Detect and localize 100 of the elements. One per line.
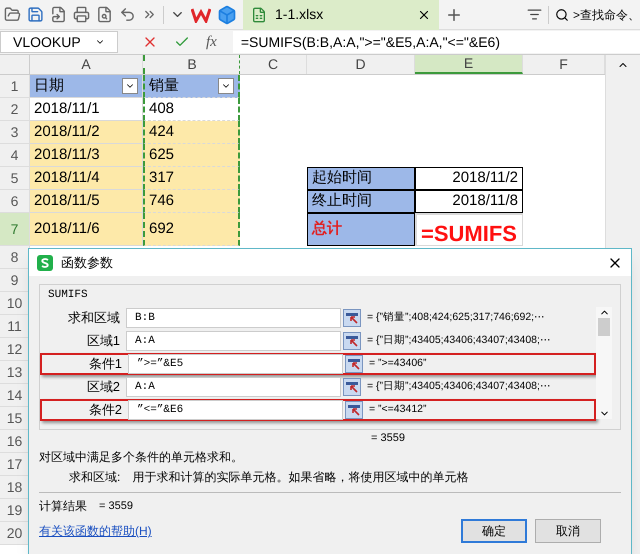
argument-label: 条件2	[88, 401, 123, 420]
list-icon[interactable]	[526, 7, 542, 22]
table-cell: 起始时间	[307, 167, 415, 190]
dialog-button[interactable]: 确定	[461, 519, 527, 543]
command-search[interactable]: >查找命令、	[554, 6, 640, 24]
app-icon	[37, 254, 53, 270]
row-header[interactable]: 20	[0, 522, 30, 545]
table-cell: 424	[143, 121, 240, 144]
dialog-scrollbar[interactable]	[596, 307, 612, 419]
function-button[interactable]: fx	[206, 30, 217, 54]
cursor-icon	[346, 335, 358, 347]
table-cell: 746	[143, 190, 240, 213]
undo-icon[interactable]	[119, 6, 136, 23]
argument-field[interactable]: A:A	[126, 331, 341, 351]
table-cell: =SUMIFS	[415, 213, 523, 246]
search-icon	[554, 8, 569, 22]
row-header[interactable]: 14	[0, 384, 30, 407]
cube-icon[interactable]	[217, 4, 237, 24]
result-value: = 3559	[99, 498, 133, 514]
row-header[interactable]: 17	[0, 453, 30, 476]
table-cell: 2018/11/5	[30, 190, 143, 213]
argument-label: 求和区域	[67, 309, 121, 328]
argument-result: = {”销量”;408;424;625;317;746;692;⋯	[367, 310, 546, 326]
save-icon[interactable]	[27, 6, 44, 23]
table-cell: 总计	[307, 213, 415, 246]
filter-button[interactable]	[218, 78, 234, 94]
row-header[interactable]: 4	[0, 144, 30, 167]
argument-name: 求和区域:	[69, 469, 120, 486]
function-description: 对区域中满足多个条件的单元格求和。	[39, 449, 244, 466]
table-cell: 2018/11/2	[415, 167, 523, 190]
row-header[interactable]: 5	[0, 167, 30, 190]
argument-field[interactable]: A:A	[126, 377, 341, 397]
row-header[interactable]: 13	[0, 361, 30, 384]
help-link[interactable]: 有关该函数的帮助(H)	[39, 522, 152, 540]
table-cell: 625	[143, 144, 240, 167]
file-tab[interactable]: 1-1.xlsx	[243, 0, 439, 30]
argument-field[interactable]: ”<=”&E6	[128, 400, 343, 420]
spreadsheet-icon	[251, 6, 267, 22]
range-select-button[interactable]	[343, 309, 361, 327]
argument-result: = ”<=43412”	[369, 402, 427, 418]
row-header[interactable]: 3	[0, 121, 30, 144]
range-select-button[interactable]	[345, 355, 363, 373]
table-cell: 日期	[30, 75, 143, 98]
row-header[interactable]: 16	[0, 430, 30, 453]
argument-label: 区域2	[86, 378, 121, 396]
table-cell: 408	[143, 98, 240, 121]
result-label: 计算结果	[39, 498, 87, 515]
cursor-icon	[346, 312, 358, 324]
table-cell: 692	[143, 213, 240, 246]
argument-label: 条件1	[88, 355, 123, 374]
column-header[interactable]: C	[240, 55, 307, 74]
scroll-thumb[interactable]	[598, 318, 610, 336]
table-cell: 终止时间	[307, 190, 415, 213]
row-header[interactable]: 10	[0, 292, 30, 315]
argument-field[interactable]: B:B	[126, 308, 341, 328]
row-header[interactable]: 18	[0, 476, 30, 499]
table-cell: 2018/11/1	[30, 98, 143, 121]
row-header[interactable]: 15	[0, 407, 30, 430]
column-header[interactable]: A	[30, 55, 143, 74]
range-select-button[interactable]	[343, 332, 361, 350]
row-header[interactable]: 1	[0, 75, 30, 98]
table-cell: 2018/11/8	[415, 190, 523, 213]
table-cell: 2018/11/4	[30, 167, 143, 190]
table-cell: 2018/11/2	[30, 121, 143, 144]
table-cell: 2018/11/3	[30, 144, 143, 167]
argument-result: = ”>=43406”	[369, 356, 427, 372]
export-icon[interactable]	[50, 6, 67, 23]
row-header[interactable]: 8	[0, 246, 30, 269]
table-cell: 317	[143, 167, 240, 190]
row-header[interactable]: 12	[0, 338, 30, 361]
table-cell: 2018/11/6	[30, 213, 143, 246]
preview-icon[interactable]	[96, 6, 113, 23]
dialog-button[interactable]: 取消	[535, 519, 601, 543]
print-icon[interactable]	[73, 6, 90, 23]
cursor-icon	[346, 381, 358, 393]
row-header[interactable]: 7	[0, 213, 30, 246]
logo-icon[interactable]	[191, 6, 211, 22]
table-cell: 销量	[143, 75, 240, 98]
column-header[interactable]: E	[415, 55, 523, 74]
function-name: SUMIFS	[48, 288, 88, 303]
argument-label: 区域1	[86, 332, 121, 350]
name-box[interactable]: VLOOKUP	[0, 31, 118, 53]
dialog-title: 函数参数	[61, 254, 114, 272]
range-select-button[interactable]	[343, 378, 361, 396]
formula-total: = 3559	[371, 432, 405, 444]
cursor-icon	[348, 404, 360, 416]
filter-button[interactable]	[122, 78, 138, 94]
row-header[interactable]: 9	[0, 269, 30, 292]
row-header[interactable]: 2	[0, 98, 30, 121]
argument-field[interactable]: ”>=”&E5	[128, 354, 343, 374]
range-select-button[interactable]	[345, 401, 363, 419]
row-header[interactable]: 6	[0, 190, 30, 213]
row-header[interactable]: 19	[0, 499, 30, 522]
argument-result: = {”日期”;43405;43406;43407;43408;⋯	[367, 379, 551, 394]
tab-label: 1-1.xlsx	[275, 5, 324, 24]
argument-result: = {”日期”;43405;43406;43407;43408;⋯	[367, 333, 551, 348]
formula-field[interactable]: =SUMIFS(B:B,A:A,">="&E5,A:A,"<="&E6)	[232, 31, 640, 53]
open-icon[interactable]	[4, 6, 21, 23]
cursor-icon	[348, 358, 360, 370]
row-header[interactable]: 11	[0, 315, 30, 338]
